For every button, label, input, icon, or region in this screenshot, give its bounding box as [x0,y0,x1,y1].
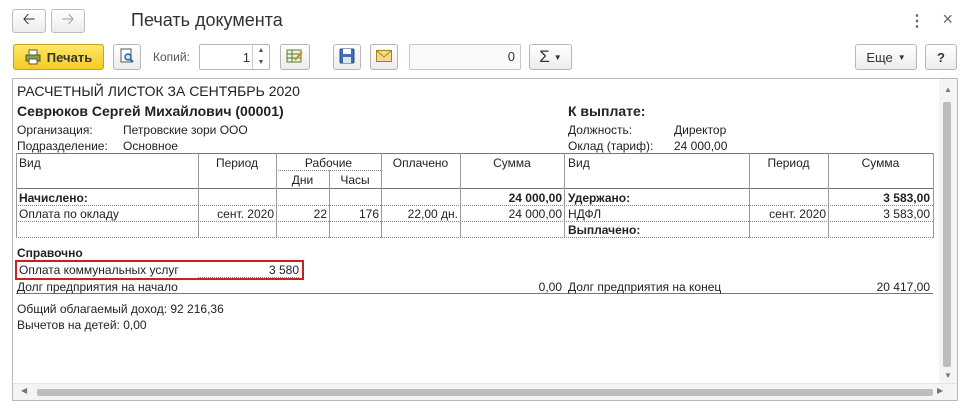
print-preview-icon [119,48,135,67]
sigma-button[interactable]: Σ ▼ [529,44,572,70]
sigma-icon: Σ [539,47,550,66]
edit-table-button[interactable] [280,44,310,70]
child-deductions: Вычетов на детей: 0,00 [17,318,147,332]
help-button[interactable]: ? [925,44,957,70]
scroll-left-icon[interactable]: ◀ [21,386,27,395]
header-hours: Часы [340,173,370,187]
position-label: Должность: [568,123,633,137]
edit-table-icon [286,48,304,67]
dept-value: Основное [123,139,178,153]
email-icon [376,49,392,65]
caret-down-icon: ▼ [897,52,906,62]
header-period-right: Период [767,156,810,170]
accrual-sum: 24 000,00 [508,207,562,221]
printer-icon [25,49,41,65]
reference-label: Справочно [17,246,83,260]
accrual-period: сент. 2020 [217,207,274,221]
withheld-period: сент. 2020 [769,207,826,221]
print-button[interactable]: Печать [13,44,104,70]
header-days: Дни [291,173,314,187]
accrual-vid: Оплата по окладу [19,207,119,221]
forward-button[interactable]: 🡢 [51,9,85,33]
copies-spin[interactable]: ▲ ▼ [252,45,269,69]
more-button[interactable]: Еще ▼ [855,44,917,70]
print-preview-button[interactable] [113,44,141,70]
taxable-income: Общий облагаемый доход: 92 216,36 [17,302,224,316]
back-button[interactable]: 🡠 [12,9,46,33]
debt-start-value: 0,00 [538,280,562,294]
accrued-total: 24 000,00 [508,191,562,205]
scroll-right-icon[interactable]: ▶ [937,386,943,395]
help-label: ? [937,49,945,65]
vertical-scrollbar[interactable]: ▲ ▼ [939,79,957,385]
accrual-hours: 176 [358,207,379,221]
scroll-up-icon[interactable]: ▲ [939,85,957,94]
document-view[interactable]: РАСЧЕТНЫЙ ЛИСТОК ЗА СЕНТЯБРЬ 2020 Севрюк… [12,78,958,401]
position-value: Директор [674,123,727,137]
header-sum-right: Сумма [861,156,900,170]
withheld-sum: 3 583,00 [883,207,930,221]
salary-label: Оклад (тариф): [568,139,654,153]
email-button[interactable] [370,44,398,70]
close-icon[interactable]: × [942,9,953,30]
save-button[interactable] [333,44,361,70]
caret-down-icon: ▼ [553,52,562,62]
header-paid: Оплачено [392,156,449,170]
accrual-days: 22 [313,207,327,221]
org-value: Петровские зори ООО [123,123,248,137]
salary-value: 24 000,00 [674,139,728,153]
spin-up-icon[interactable]: ▲ [253,45,269,57]
header-period: Период [215,156,259,170]
header-vid-right: Вид [568,156,590,170]
copies-label: Копий: [153,50,190,64]
accrued-label: Начислено: [19,191,88,205]
debt-end-label: Долг предприятия на конец [568,280,722,294]
accrual-paid: 22,00 дн. [407,207,458,221]
window-title: Печать документа [131,10,283,30]
more-label: Еще [866,49,893,65]
header-working: Рабочие [304,156,353,170]
withheld-label: Удержано: [568,191,631,205]
utility-label: Оплата коммунальных услуг [19,263,179,277]
scroll-down-icon[interactable]: ▼ [939,371,957,380]
debt-start-label: Долг предприятия на начало [17,280,178,294]
org-label: Организация: [17,123,93,137]
header-sum: Сумма [493,156,531,170]
withheld-total: 3 583,00 [883,191,930,205]
dept-label: Подразделение: [17,139,108,153]
arrow-left-icon: 🡠 [22,10,36,28]
spin-down-icon[interactable]: ▼ [253,57,269,69]
to-pay-label: К выплате: [568,103,646,119]
save-icon [339,48,355,67]
copies-stepper[interactable]: ▲ ▼ [199,44,270,70]
employee-name: Севрюков Сергей Михайлович (00001) [17,103,284,119]
header-vid: Вид [19,156,41,170]
horizontal-scroll-thumb[interactable] [37,389,933,396]
copies-input[interactable] [202,48,250,66]
more-vert-icon[interactable]: ⋮ [909,11,925,31]
print-label: Печать [46,49,93,65]
debt-end-value: 20 417,00 [876,280,930,294]
withheld-vid: НДФЛ [568,207,602,221]
arrow-right-icon: 🡢 [61,10,75,28]
sum-field: 0 [409,44,521,70]
utility-value: 3 580 [268,263,299,277]
horizontal-scrollbar[interactable]: ◀ ▶ [13,383,957,400]
paid-out-label: Выплачено: [568,223,641,237]
doc-title: РАСЧЕТНЫЙ ЛИСТОК ЗА СЕНТЯБРЬ 2020 [17,83,300,99]
vertical-scroll-thumb[interactable] [943,102,951,367]
